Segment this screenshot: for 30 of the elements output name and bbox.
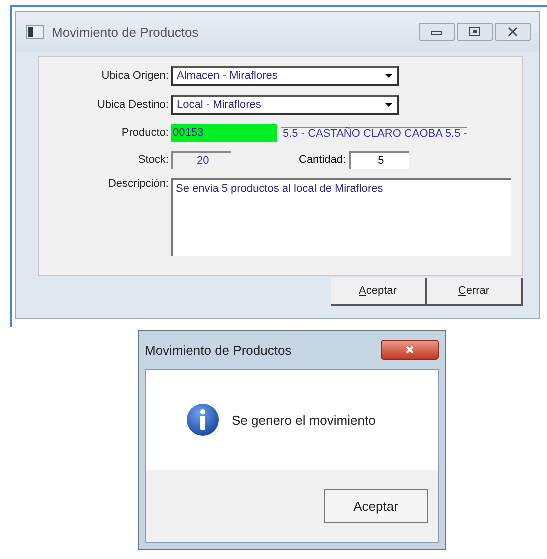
maximize-button[interactable] [457, 23, 493, 41]
text-area[interactable]: Se envia 5 productos al local de Miraflores [171, 178, 511, 256]
field-label: Producto: [120, 127, 170, 139]
dropdown[interactable]: Local - Miraflores [171, 95, 399, 115]
dialog-button[interactable]: Cerrar [427, 278, 523, 306]
close-button[interactable] [495, 23, 531, 41]
dropdown-arrow-icon [385, 73, 393, 79]
product-description: 5.5 - CASTAÑO CLARO CAOBA 5.5 - [281, 126, 468, 140]
info-icon [186, 403, 220, 437]
close-icon [507, 27, 519, 37]
dropdown-arrow-icon [385, 102, 393, 108]
maximize-icon [469, 27, 481, 37]
input-field[interactable]: 00153 [171, 124, 277, 142]
window-icon [26, 25, 44, 39]
field-label: Stock: [137, 154, 170, 166]
input-field[interactable]: 5 [349, 151, 410, 169]
dialog-button[interactable]: Aceptar [331, 278, 427, 306]
field-label: Ubica Destino: [96, 99, 170, 111]
window-title: Movimiento de Productos [52, 24, 200, 40]
close-icon [405, 345, 415, 355]
stock-field: 20 [171, 151, 231, 169]
dialog-title: Movimiento de Productos [145, 342, 292, 358]
close-button[interactable] [381, 340, 439, 360]
dropdown[interactable]: Almacen - Miraflores [171, 66, 399, 86]
field-label: Descripción: [107, 178, 170, 190]
field-label: Ubica Origen: [100, 70, 170, 82]
ok-button[interactable]: Aceptar [324, 489, 428, 523]
field-label: Cantidad: [299, 154, 346, 166]
message-text: Se genero el movimiento [232, 412, 376, 428]
minimize-button[interactable] [419, 23, 455, 41]
